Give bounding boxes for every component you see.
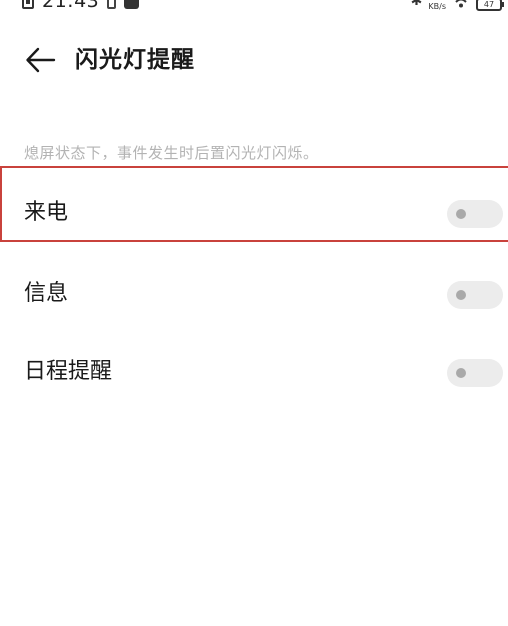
- network-speed-unit: KB/s: [428, 1, 446, 11]
- toggle-knob: [456, 209, 466, 219]
- toggle-knob: [456, 368, 466, 378]
- status-bar-left: 21:43: [22, 0, 140, 13]
- toggle-messages[interactable]: [447, 281, 503, 309]
- wifi-icon: [455, 0, 467, 8]
- message-icon: [107, 0, 117, 9]
- toggle-calendar-reminder[interactable]: [447, 359, 503, 387]
- bluetooth-icon: ✱: [410, 0, 423, 9]
- setting-row-incoming-call[interactable]: 来电: [0, 179, 508, 247]
- status-bar: 21:43 ✱ KB/s 47: [0, 0, 508, 13]
- toggle-knob: [456, 290, 466, 300]
- status-bar-right: ✱ KB/s 47: [410, 0, 504, 13]
- status-time: 21:43: [42, 0, 100, 12]
- sim-icon: [22, 0, 34, 9]
- setting-label-calendar-reminder: 日程提醒: [24, 359, 113, 384]
- setting-row-messages[interactable]: 信息: [0, 260, 508, 328]
- toggle-incoming-call[interactable]: [447, 200, 503, 228]
- header: 闪光灯提醒: [0, 38, 508, 82]
- app-notification-icon: [124, 0, 140, 9]
- setting-label-incoming-call: 来电: [24, 200, 69, 225]
- setting-label-messages: 信息: [24, 281, 69, 306]
- battery-icon: 47: [476, 0, 504, 11]
- page-title: 闪光灯提醒: [75, 47, 195, 73]
- arrow-left-icon[interactable]: [24, 46, 58, 74]
- setting-row-calendar-reminder[interactable]: 日程提醒: [0, 338, 508, 406]
- description-text: 熄屏状态下，事件发生时后置闪光灯闪烁。: [24, 144, 319, 162]
